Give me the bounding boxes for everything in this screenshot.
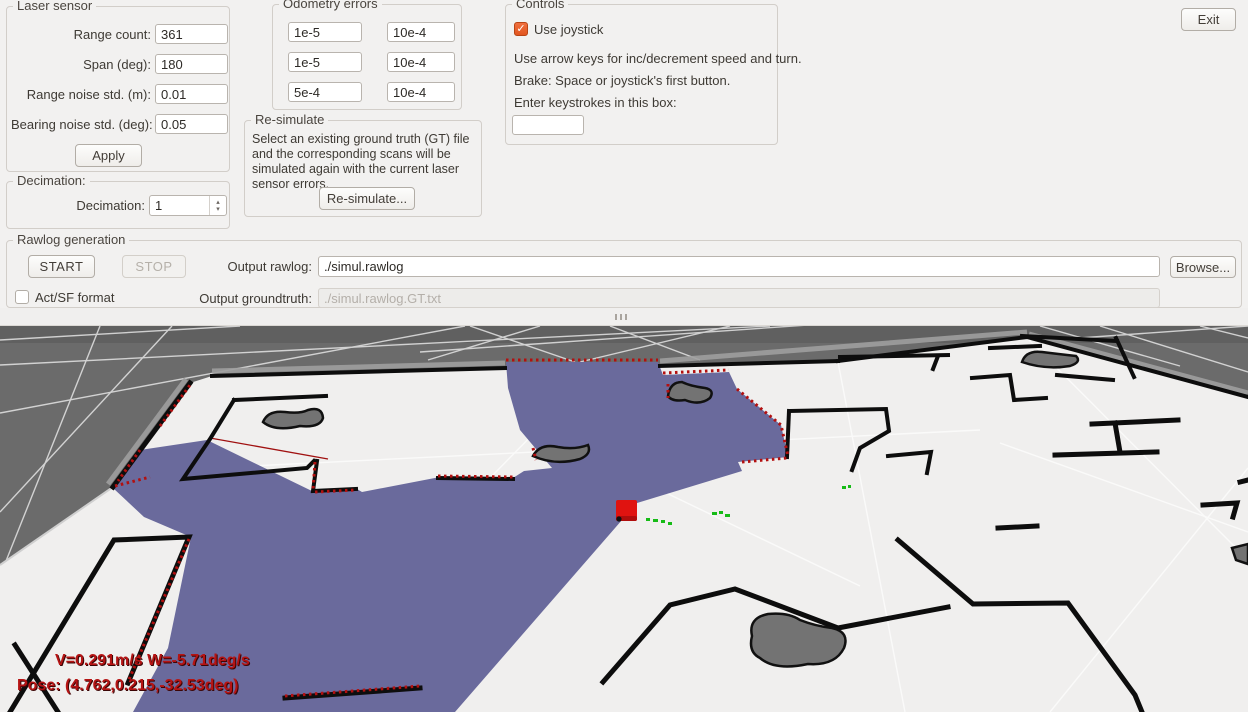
odometry-input-1-0[interactable] xyxy=(288,52,362,72)
top-control-panel: Laser sensor Range count: Span (deg): Ra… xyxy=(0,0,1248,308)
controls-help-line2: Brake: Space or joystick's first button. xyxy=(514,73,730,88)
range-count-label: Range count: xyxy=(11,27,151,42)
odometry-input-0-0[interactable] xyxy=(288,22,362,42)
sash-grip-icon[interactable] xyxy=(615,314,633,320)
check-icon: ✓ xyxy=(516,23,525,35)
odometry-input-2-0[interactable] xyxy=(288,82,362,102)
output-groundtruth-input xyxy=(318,288,1160,308)
output-rawlog-input[interactable] xyxy=(318,256,1160,277)
controls-help-line3: Enter keystrokes in this box: xyxy=(514,95,677,110)
range-noise-label: Range noise std. (m): xyxy=(11,87,151,102)
controls-title: Controls xyxy=(512,0,568,11)
decimation-input[interactable] xyxy=(150,196,209,215)
odometry-errors-group: Odometry errors xyxy=(272,4,462,110)
span-input[interactable] xyxy=(155,54,228,74)
decimation-group: Decimation: Decimation: ▴ ▾ xyxy=(6,181,230,229)
decimation-group-title: Decimation: xyxy=(13,173,90,188)
bearing-noise-label: Bearing noise std. (deg): xyxy=(11,117,151,132)
spinner-buttons[interactable]: ▴ ▾ xyxy=(209,196,226,215)
rawlog-generation-title: Rawlog generation xyxy=(13,232,129,247)
use-joystick-label: Use joystick xyxy=(534,22,603,37)
rawlog-generation-group: Rawlog generation START STOP Output rawl… xyxy=(6,240,1242,308)
apply-button[interactable]: Apply xyxy=(75,144,142,167)
odometry-errors-title: Odometry errors xyxy=(279,0,382,11)
odometry-input-1-1[interactable] xyxy=(387,52,455,72)
hud-pose-text: Pose: (4.762,0.215,-32.53deg) xyxy=(17,677,238,694)
exit-button[interactable]: Exit xyxy=(1181,8,1236,31)
robot-wheel xyxy=(616,516,621,521)
start-button[interactable]: START xyxy=(28,255,95,278)
resimulate-title: Re-simulate xyxy=(251,112,328,127)
decimation-label: Decimation: xyxy=(11,198,145,213)
span-label: Span (deg): xyxy=(11,57,151,72)
controls-group: Controls ✓ Use joystick Use arrow keys f… xyxy=(505,4,778,145)
spin-up-icon[interactable]: ▴ xyxy=(216,199,220,206)
actsf-checkbox[interactable] xyxy=(15,290,29,304)
odometry-input-0-1[interactable] xyxy=(387,22,455,42)
output-groundtruth-label: Output groundtruth: xyxy=(112,291,312,306)
resimulate-group: Re-simulate Select an existing ground tr… xyxy=(244,120,482,217)
actsf-label: Act/SF format xyxy=(35,290,114,305)
range-count-input[interactable] xyxy=(155,24,228,44)
laser-sensor-title: Laser sensor xyxy=(13,0,96,13)
resimulate-button[interactable]: Re-simulate... xyxy=(319,187,415,210)
decimation-spinner[interactable]: ▴ ▾ xyxy=(149,195,227,216)
laser-sensor-group: Laser sensor Range count: Span (deg): Ra… xyxy=(6,6,230,172)
keystroke-input[interactable] xyxy=(512,115,584,135)
bearing-noise-input[interactable] xyxy=(155,114,228,134)
range-noise-input[interactable] xyxy=(155,84,228,104)
output-rawlog-label: Output rawlog: xyxy=(112,259,312,274)
odometry-input-2-1[interactable] xyxy=(387,82,455,102)
simulation-3d-viewport[interactable]: V=0.291m/s W=-5.71deg/s V=0.291m/s W=-5.… xyxy=(0,326,1248,712)
robot xyxy=(616,500,637,522)
simulator-window: { "app": { "exit_label": "Exit" }, "icon… xyxy=(0,0,1248,712)
browse-button[interactable]: Browse... xyxy=(1170,256,1236,278)
splitter-sash[interactable] xyxy=(0,308,1248,326)
resimulate-description: Select an existing ground truth (GT) fil… xyxy=(252,132,478,192)
hud-velocity-text: V=0.291m/s W=-5.71deg/s xyxy=(55,652,250,669)
use-joystick-checkbox[interactable]: ✓ xyxy=(514,22,528,36)
spin-down-icon[interactable]: ▾ xyxy=(216,206,220,213)
controls-help-line1: Use arrow keys for inc/decrement speed a… xyxy=(514,51,802,66)
